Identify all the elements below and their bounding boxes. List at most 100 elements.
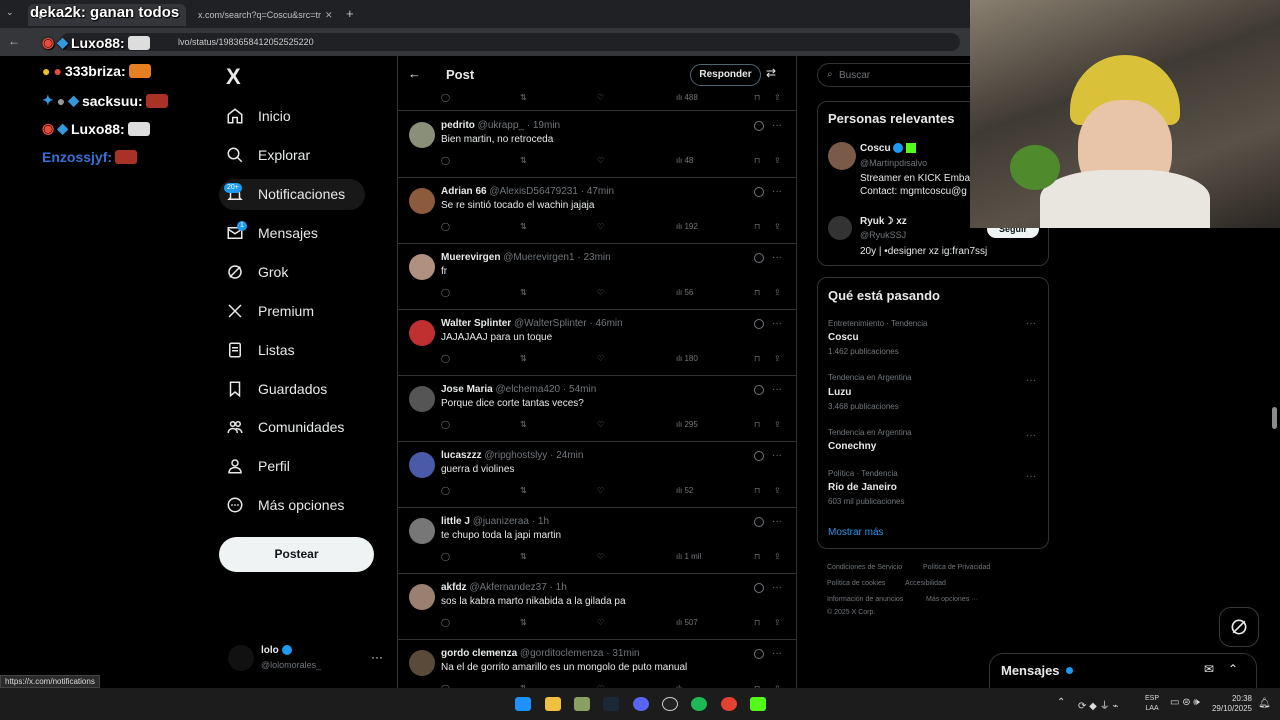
browser-tab-search[interactable]: x.com/search?q=Coscu&src=tr ✕ (188, 4, 338, 26)
notification-bell-icon[interactable]: 🔔︎ (1258, 698, 1271, 709)
views-icon[interactable]: ılı 1 mil (676, 552, 701, 561)
share-icon[interactable]: ⇪ (774, 222, 781, 231)
repost-icon[interactable]: ⇅ (520, 156, 527, 165)
post-menu-icon[interactable]: ··· (772, 120, 782, 131)
footer-link[interactable]: Política de Privacidad (923, 564, 990, 571)
reply-icon[interactable]: ◯ (441, 93, 450, 102)
repost-icon[interactable]: ⇅ (520, 354, 527, 363)
discord-icon[interactable] (633, 697, 649, 711)
reply-post[interactable]: Walter Splinter @WalterSplinter · 46min ·… (398, 310, 796, 376)
x-logo[interactable]: X (226, 64, 241, 90)
post-author[interactable]: pedrito @ukrapp_ · 19min (441, 120, 560, 131)
spotify-icon[interactable] (691, 697, 707, 711)
trend-menu-icon[interactable]: ··· (1026, 471, 1036, 482)
views-icon[interactable]: ılı 56 (676, 288, 693, 297)
chrome-icon[interactable] (721, 697, 737, 711)
reply-post[interactable]: little J @juanizeraa · 1h ··· te chupo tod… (398, 508, 796, 574)
bookmark-icon[interactable]: ⊓ (754, 618, 760, 627)
windows-start-icon[interactable] (515, 697, 531, 711)
reply-icon[interactable]: ◯ (441, 222, 450, 231)
post-menu-icon[interactable]: ··· (772, 252, 782, 263)
trend-menu-icon[interactable]: ··· (1026, 318, 1036, 329)
avatar[interactable] (409, 650, 435, 676)
repost-icon[interactable]: ⇅ (520, 486, 527, 495)
reply-icon[interactable]: ◯ (441, 486, 450, 495)
like-icon[interactable]: ♡ (597, 354, 604, 363)
post-menu-icon[interactable]: ··· (772, 186, 782, 197)
footer-link[interactable]: Accesibilidad (905, 580, 946, 587)
views-icon[interactable]: ılı 507 (676, 618, 698, 627)
avatar[interactable] (409, 188, 435, 214)
reply-post[interactable]: Muerevirgen @Muerevirgen1 · 23min ··· fr ◯ ⇅… (398, 244, 796, 310)
bookmark-icon[interactable]: ⊓ (754, 93, 760, 102)
avatar[interactable] (409, 452, 435, 478)
views-icon[interactable]: ılı 192 (676, 222, 698, 231)
like-icon[interactable]: ♡ (597, 288, 604, 297)
reply-icon[interactable]: ◯ (441, 552, 450, 561)
repost-icon[interactable]: ⇅ (520, 222, 527, 231)
grok-icon[interactable] (754, 451, 764, 461)
like-icon[interactable]: ♡ (597, 156, 604, 165)
kick-icon[interactable] (750, 697, 766, 711)
tab-search-icon[interactable]: ⌄ (6, 7, 14, 18)
back-icon[interactable]: ← (8, 34, 20, 48)
grok-icon[interactable] (754, 187, 764, 197)
repost-icon[interactable]: ⇅ (520, 552, 527, 561)
account-switcher[interactable]: lolo (261, 645, 292, 656)
like-icon[interactable]: ♡ (597, 552, 604, 561)
search-box[interactable]: ⌕ Buscar (817, 63, 972, 87)
post-menu-icon[interactable]: ··· (772, 516, 782, 527)
trend-menu-icon[interactable]: ··· (1026, 375, 1036, 386)
nav-item-grok[interactable]: Grok (226, 263, 288, 281)
close-tab-icon[interactable]: ✕ (325, 10, 333, 21)
new-tab-icon[interactable]: + (346, 6, 354, 21)
views-icon[interactable]: ılı 180 (676, 354, 698, 363)
address-bar[interactable]: lvo/status/1983658412052525220 (60, 33, 960, 51)
post-author[interactable]: akfdz @Akfernandez37 · 1h (441, 582, 567, 593)
bookmark-icon[interactable]: ⊓ (754, 552, 760, 561)
post-author[interactable]: lucaszzz @ripghostslyy · 24min (441, 450, 583, 461)
nav-item-explore[interactable]: Explorar (226, 146, 310, 164)
post-menu-icon[interactable]: ··· (772, 648, 782, 659)
page-scrollbar[interactable] (1272, 407, 1277, 429)
share-icon[interactable]: ⇪ (774, 288, 781, 297)
share-icon[interactable]: ⇪ (774, 420, 781, 429)
network-volume-icons[interactable]: ▭ ⊜ 🕪 (1170, 697, 1200, 708)
grok-icon[interactable] (754, 649, 764, 659)
views-icon[interactable]: ılı 488 (676, 93, 698, 102)
avatar[interactable] (409, 254, 435, 280)
share-icon[interactable]: ⇪ (774, 93, 781, 102)
post-author[interactable]: Jose Maria @elchema420 · 54min (441, 384, 596, 395)
bookmark-icon[interactable]: ⊓ (754, 222, 760, 231)
footer-link[interactable]: Más opciones ··· (926, 596, 978, 603)
post-menu-icon[interactable]: ··· (772, 450, 782, 461)
obs-icon[interactable] (662, 697, 678, 711)
nav-item-premium[interactable]: Premium (226, 302, 314, 320)
reply-post[interactable]: pedrito @ukrapp_ · 19min ··· Bien martin, … (398, 112, 796, 178)
reply-icon[interactable]: ◯ (441, 354, 450, 363)
post-author[interactable]: Adrian 66 @AlexisD56479231 · 47min (441, 186, 614, 197)
like-icon[interactable]: ♡ (597, 420, 604, 429)
reply-icon[interactable]: ◯ (441, 420, 450, 429)
like-icon[interactable]: ♡ (597, 93, 604, 102)
tray-chevron-icon[interactable]: ⌃ (1057, 697, 1065, 708)
avatar[interactable] (409, 584, 435, 610)
nav-item-profile[interactable]: Perfil (226, 457, 290, 475)
bookmark-icon[interactable]: ⊓ (754, 486, 760, 495)
person-name[interactable]: Coscu (860, 143, 917, 154)
post-menu-icon[interactable]: ··· (772, 384, 782, 395)
avatar[interactable] (409, 386, 435, 412)
nav-item-more[interactable]: Más opciones (226, 496, 344, 514)
grok-icon[interactable] (754, 385, 764, 395)
back-arrow-icon[interactable]: ← (408, 66, 421, 81)
grok-icon[interactable] (754, 583, 764, 593)
post-menu-icon[interactable]: ··· (772, 318, 782, 329)
filter-icon[interactable]: ⇄ (766, 66, 776, 80)
bookmark-icon[interactable]: ⊓ (754, 354, 760, 363)
avatar[interactable] (828, 142, 856, 170)
bookmark-icon[interactable]: ⊓ (754, 420, 760, 429)
like-icon[interactable]: ♡ (597, 486, 604, 495)
views-icon[interactable]: ılı 52 (676, 486, 693, 495)
reply-button[interactable]: Responder (690, 64, 761, 86)
nav-item-home[interactable]: Inicio (226, 107, 291, 125)
